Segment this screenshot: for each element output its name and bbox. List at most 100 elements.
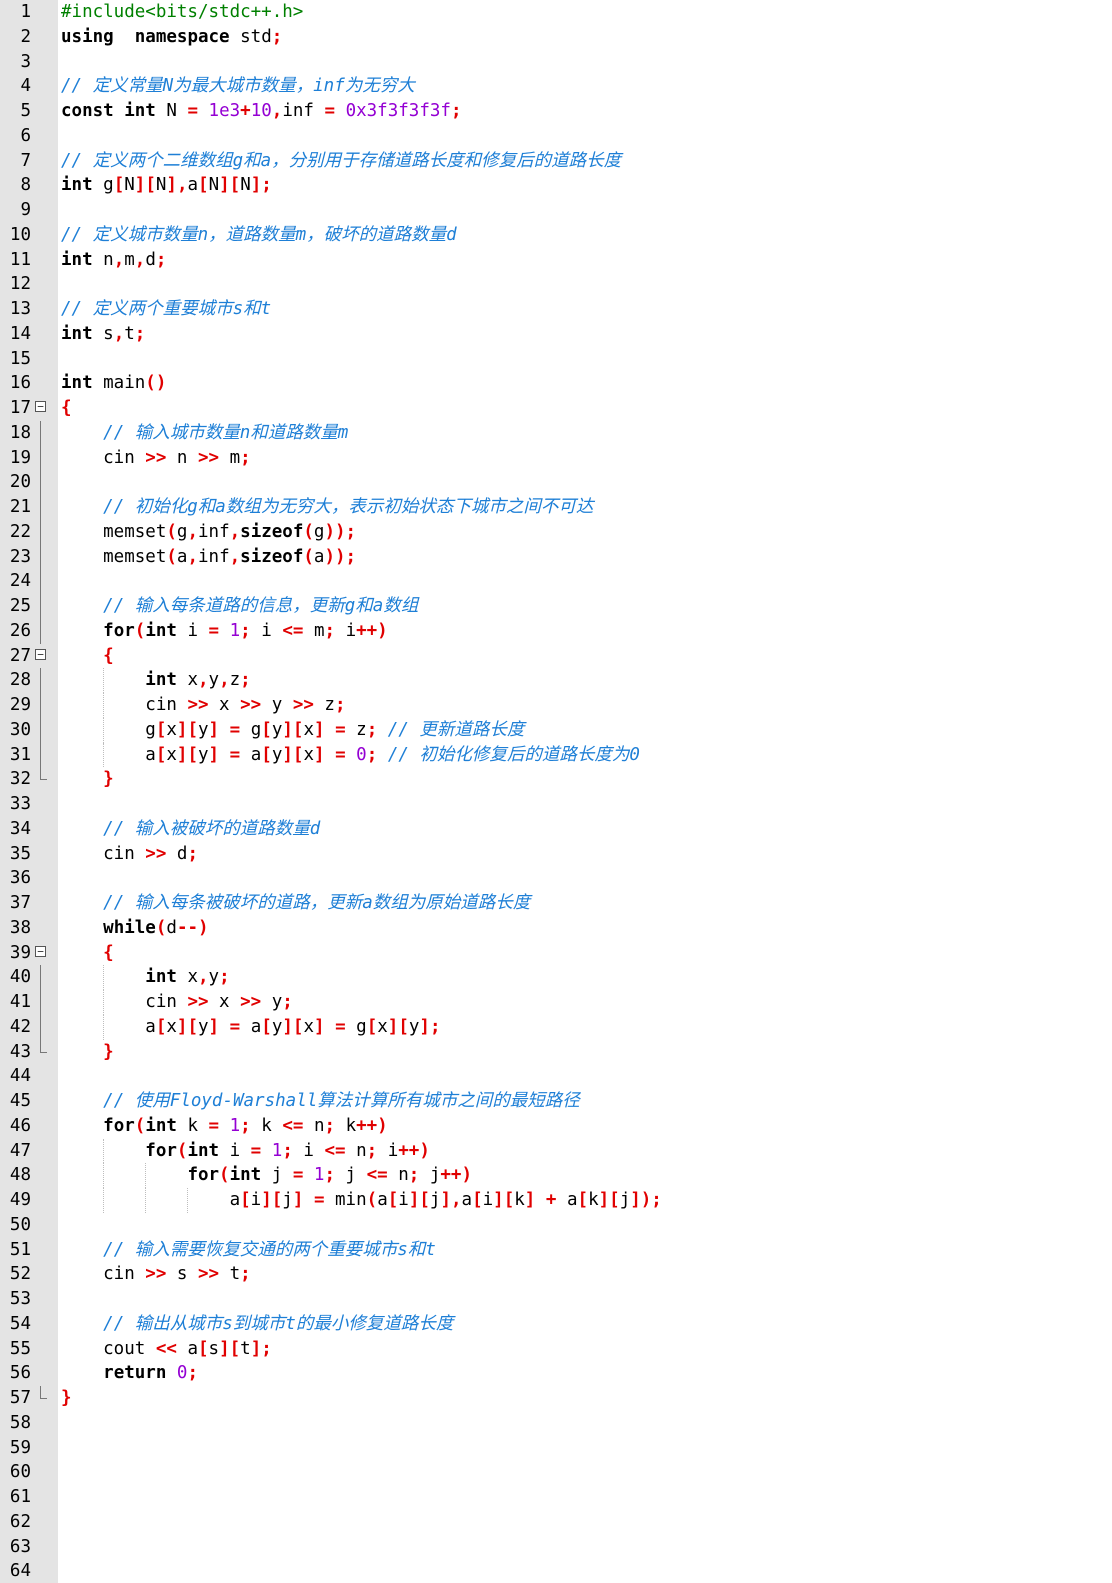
code-line[interactable]: 12 [0, 272, 1112, 297]
code-line[interactable]: 26 for(int i = 1; i <= m; i++) [0, 618, 1112, 644]
operator-token: = [250, 1140, 262, 1161]
code-line[interactable]: 54 // 输出从城市s到城市t的最小修复道路长度 [0, 1312, 1112, 1337]
line-number: 3 [20, 51, 31, 72]
code-line[interactable]: 43 } [0, 1039, 1112, 1065]
code-line[interactable]: 24 [0, 569, 1112, 594]
code-editor[interactable]: 1 #include<bits/stdc++.h> 2 using namespace… [0, 0, 1112, 1583]
number-token: 1 [271, 1140, 283, 1161]
code-line[interactable]: 1 #include<bits/stdc++.h> [0, 0, 1112, 25]
code-text: // 定义两个重要城市s和t [61, 297, 271, 322]
identifier-token: m [124, 249, 135, 270]
line-number: 43 [9, 1041, 31, 1062]
code-line[interactable]: 45 // 使用Floyd-Warshall算法计算所有城市之间的最短路径 [0, 1089, 1112, 1114]
operator-token: >> [145, 447, 167, 468]
code-line[interactable]: 22 memset(g,inf,sizeof(g)); [0, 519, 1112, 545]
code-text: // 输出从城市s到城市t的最小修复道路长度 [61, 1312, 453, 1337]
code-line[interactable]: 47 for(int i = 1; i <= n; i++) [0, 1138, 1112, 1164]
code-line[interactable]: 46 for(int k = 1; k <= n; k++) [0, 1114, 1112, 1139]
code-line[interactable]: 38 while(d--) [0, 916, 1112, 941]
code-line[interactable]: 29 cin >> x >> y >> z; [0, 693, 1112, 718]
identifier-token: N [124, 175, 135, 196]
code-line[interactable]: 48 for(int j = 1; j <= n; j++) [0, 1163, 1112, 1188]
code-line[interactable]: 64 [0, 1559, 1112, 1583]
code-line[interactable]: 5 const int N = 1e3+10,inf = 0x3f3f3f3f; [0, 99, 1112, 124]
fold-range-line [40, 544, 41, 570]
fold-collapse-icon[interactable]: − [35, 945, 46, 957]
line-number: 58 [9, 1412, 31, 1433]
code-line[interactable]: 59 [0, 1436, 1112, 1461]
code-line[interactable]: 56 return 0; [0, 1361, 1112, 1386]
code-line[interactable]: 42 a[x][y] = a[y][x] = g[x][y]; [0, 1014, 1112, 1040]
code-line[interactable]: 17− { [0, 396, 1112, 421]
code-line[interactable]: 35 cin >> d; [0, 842, 1112, 867]
code-line[interactable]: 32 } [0, 767, 1112, 792]
code-line[interactable]: 11 int n,m,d; [0, 248, 1112, 273]
operator-token: () [145, 373, 167, 394]
code-line[interactable]: 34 // 输入被破坏的道路数量d [0, 817, 1112, 842]
identifier-token: y [198, 1016, 209, 1037]
code-line[interactable]: 62 [0, 1510, 1112, 1535]
code-line[interactable]: 16 int main() [0, 371, 1112, 396]
code-line[interactable]: 21 // 初始化g和a数组为无穷大，表示初始状态下城市之间不可达 [0, 495, 1112, 520]
code-line[interactable]: 58 [0, 1411, 1112, 1436]
code-line[interactable]: 10 // 定义城市数量n，道路数量m，破坏的道路数量d [0, 223, 1112, 248]
line-number: 17 [9, 398, 31, 418]
identifier-token [61, 497, 103, 517]
keyword-token: int [145, 620, 177, 641]
identifier-token [61, 967, 145, 987]
code-line[interactable]: 33 [0, 792, 1112, 817]
code-line[interactable]: 40 int x,y; [0, 965, 1112, 990]
code-line[interactable]: 28 int x,y,z; [0, 668, 1112, 693]
code-line[interactable]: 7 // 定义两个二维数组g和a，分别用于存储道路长度和修复后的道路长度 [0, 149, 1112, 174]
code-line[interactable]: 19 cin >> n >> m; [0, 445, 1112, 471]
code-line[interactable]: 37 // 输入每条被破坏的道路，更新a数组为原始道路长度 [0, 891, 1112, 916]
code-line[interactable]: 50 [0, 1213, 1112, 1238]
code-line[interactable]: 31 a[x][y] = a[y][x] = 0; // 初始化修复后的道路长度… [0, 742, 1112, 768]
identifier-token: a [187, 175, 199, 196]
code-line[interactable]: 14 int s,t; [0, 322, 1112, 347]
code-line[interactable]: 6 [0, 124, 1112, 149]
line-number: 63 [9, 1536, 31, 1557]
identifier-token: d [145, 249, 156, 270]
code-line[interactable]: 60 [0, 1460, 1112, 1485]
code-line[interactable]: 4 // 定义常量N为最大城市数量，inf为无穷大 [0, 74, 1112, 99]
fold-range-line [40, 618, 41, 644]
keyword-token: int [124, 101, 156, 121]
operator-token: ; [240, 1264, 251, 1285]
code-line[interactable]: 49 a[i][j] = min(a[i][j],a[i][k] + a[k][… [0, 1188, 1112, 1213]
identifier-token: x [303, 1016, 314, 1037]
fold-collapse-icon[interactable]: − [35, 648, 46, 660]
code-line[interactable]: 36 [0, 866, 1112, 891]
code-line[interactable]: 51 // 输入需要恢复交通的两个重要城市s和t [0, 1238, 1112, 1263]
code-line[interactable]: 3 [0, 50, 1112, 75]
code-line[interactable]: 30 g[x][y] = g[y][x] = z; // 更新道路长度 [0, 717, 1112, 743]
code-line[interactable]: 20 [0, 470, 1112, 495]
code-line[interactable]: 2 using namespace std; [0, 25, 1112, 50]
code-line[interactable]: 8 int g[N][N],a[N][N]; [0, 173, 1112, 198]
code-line[interactable]: 25 // 输入每条道路的信息，更新g和a数组 [0, 594, 1112, 619]
code-line[interactable]: 13 // 定义两个重要城市s和t [0, 297, 1112, 322]
code-line[interactable]: 52 cin >> s >> t; [0, 1262, 1112, 1287]
code-line[interactable]: 53 [0, 1287, 1112, 1312]
identifier-token [61, 918, 103, 938]
code-line[interactable]: 41 cin >> x >> y; [0, 990, 1112, 1015]
code-line[interactable]: 61 [0, 1485, 1112, 1510]
code-line[interactable]: 9 [0, 198, 1112, 223]
code-line[interactable]: 23 memset(a,inf,sizeof(a)); [0, 544, 1112, 570]
fold-collapse-icon[interactable]: − [35, 401, 46, 412]
preprocessor-token: #include<bits/stdc++.h> [61, 2, 304, 22]
code-text: int g[N][N],a[N][N]; [61, 173, 272, 198]
code-line[interactable]: 15 [0, 347, 1112, 372]
code-line[interactable]: 57} [0, 1386, 1112, 1411]
identifier-token: cin [61, 843, 146, 864]
identifier-token: j [419, 1165, 441, 1186]
identifier-token [377, 745, 388, 765]
operator-token: )); [324, 521, 357, 542]
code-line[interactable]: 55 cout << a[s][t]; [0, 1337, 1112, 1362]
code-line[interactable]: 27− { [0, 644, 1112, 669]
code-text: // 使用Floyd-Warshall算法计算所有城市之间的最短路径 [61, 1089, 580, 1114]
code-line[interactable]: 44 [0, 1064, 1112, 1089]
code-line[interactable]: 63 [0, 1535, 1112, 1560]
code-line[interactable]: 39− { [0, 941, 1112, 966]
code-line[interactable]: 18 // 输入城市数量n和道路数量m [0, 420, 1112, 446]
